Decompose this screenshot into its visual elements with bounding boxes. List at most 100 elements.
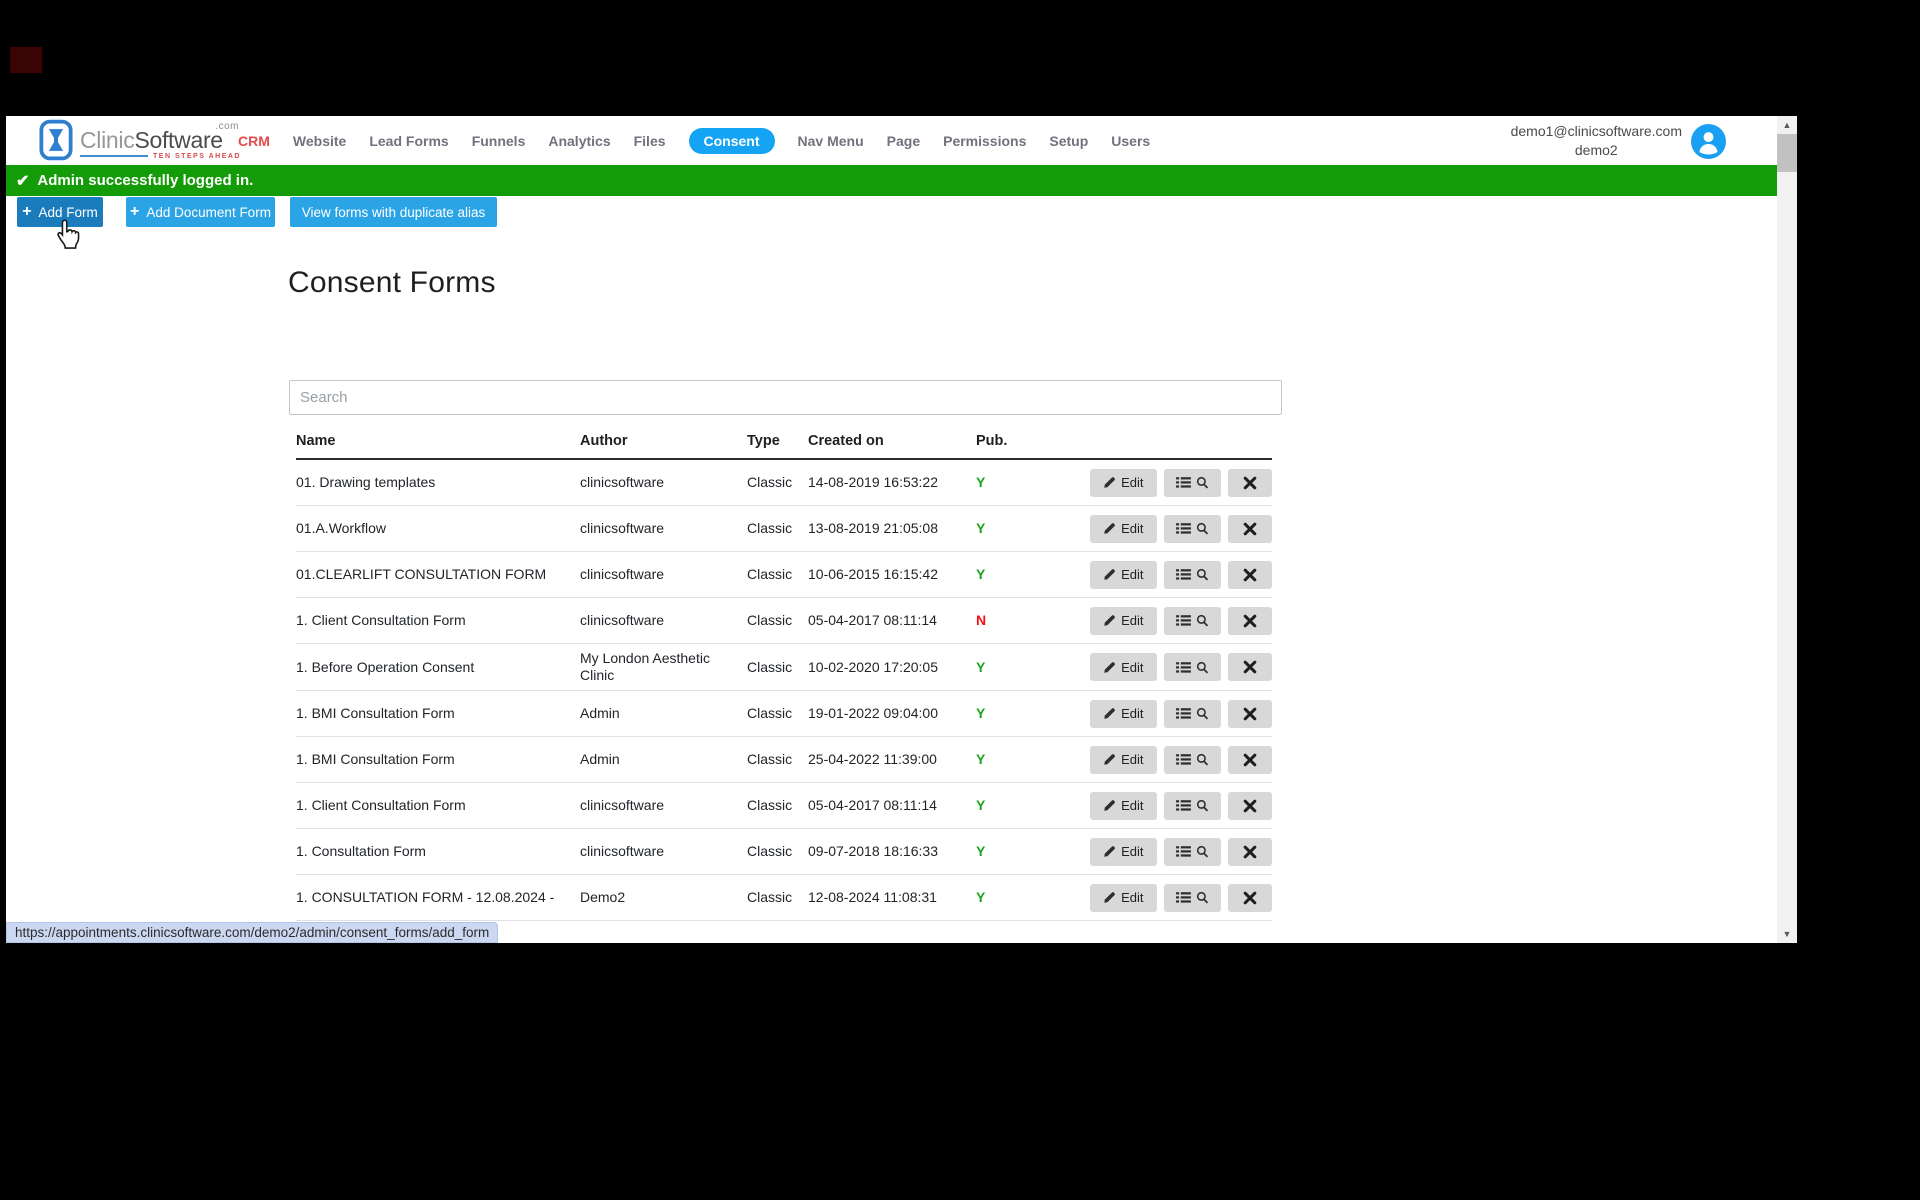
row-actions: Edit bbox=[1090, 700, 1272, 728]
row-actions: Edit bbox=[1090, 792, 1272, 820]
edit-button[interactable]: Edit bbox=[1090, 792, 1157, 820]
nav-item-consent[interactable]: Consent bbox=[689, 128, 775, 154]
pencil-icon bbox=[1103, 614, 1116, 627]
fields-search-button[interactable] bbox=[1164, 561, 1222, 589]
pencil-icon bbox=[1103, 845, 1116, 858]
nav-item-users[interactable]: Users bbox=[1111, 133, 1150, 149]
logo-brand-software: Software bbox=[134, 127, 222, 153]
desktop-background: .com ClinicSoftware TEN STEPS AHEAD CRM W… bbox=[0, 0, 1920, 1200]
row-actions: Edit bbox=[1090, 746, 1272, 774]
edit-button[interactable]: Edit bbox=[1090, 884, 1157, 912]
magnifier-icon bbox=[1196, 522, 1209, 535]
list-icon bbox=[1176, 661, 1191, 674]
cell-created-on: 19-01-2022 09:04:00 bbox=[808, 705, 976, 722]
main-nav: CRM Website Lead Forms Funnels Analytics File… bbox=[238, 116, 1150, 165]
fields-search-button[interactable] bbox=[1164, 792, 1222, 820]
list-icon bbox=[1176, 476, 1191, 489]
delete-button[interactable] bbox=[1228, 746, 1272, 774]
pencil-icon bbox=[1103, 891, 1116, 904]
nav-item-crm[interactable]: CRM bbox=[238, 133, 270, 149]
cell-type: Classic bbox=[747, 474, 808, 491]
fields-search-button[interactable] bbox=[1164, 653, 1222, 681]
cell-type: Classic bbox=[747, 520, 808, 537]
edit-button[interactable]: Edit bbox=[1090, 838, 1157, 866]
search-input[interactable] bbox=[289, 380, 1282, 415]
cell-created-on: 10-06-2015 16:15:42 bbox=[808, 566, 976, 583]
fields-search-button[interactable] bbox=[1164, 700, 1222, 728]
list-icon bbox=[1176, 845, 1191, 858]
delete-button[interactable] bbox=[1228, 700, 1272, 728]
scrollbar-thumb[interactable] bbox=[1777, 134, 1797, 172]
nav-item-permissions[interactable]: Permissions bbox=[943, 133, 1026, 149]
edit-button[interactable]: Edit bbox=[1090, 653, 1157, 681]
delete-button[interactable] bbox=[1228, 792, 1272, 820]
vertical-scrollbar[interactable]: ▲ ▼ bbox=[1777, 116, 1797, 943]
cell-created-on: 05-04-2017 08:11:14 bbox=[808, 612, 976, 629]
cell-author: My London Aesthetic Clinic bbox=[580, 650, 747, 684]
nav-item-funnels[interactable]: Funnels bbox=[472, 133, 526, 149]
edit-button[interactable]: Edit bbox=[1090, 515, 1157, 543]
cell-created-on: 05-04-2017 08:11:14 bbox=[808, 797, 976, 814]
add-document-form-button[interactable]: + Add Document Form bbox=[126, 197, 275, 227]
cell-type: Classic bbox=[747, 797, 808, 814]
fields-search-button[interactable] bbox=[1164, 607, 1222, 635]
fields-search-button[interactable] bbox=[1164, 515, 1222, 543]
edit-button[interactable]: Edit bbox=[1090, 607, 1157, 635]
nav-item-page[interactable]: Page bbox=[887, 133, 920, 149]
fields-search-button[interactable] bbox=[1164, 746, 1222, 774]
nav-item-analytics[interactable]: Analytics bbox=[548, 133, 610, 149]
delete-button[interactable] bbox=[1228, 838, 1272, 866]
logo-brand-clinic: Clinic bbox=[80, 127, 134, 153]
table-row: 1. Before Operation Consent My London Ae… bbox=[296, 644, 1272, 691]
row-actions: Edit bbox=[1090, 884, 1272, 912]
close-icon bbox=[1243, 614, 1257, 628]
fields-search-button[interactable] bbox=[1164, 838, 1222, 866]
pencil-icon bbox=[1103, 476, 1116, 489]
scroll-down-arrow-icon[interactable]: ▼ bbox=[1777, 925, 1797, 943]
page-title: Consent Forms bbox=[288, 266, 496, 300]
magnifier-icon bbox=[1196, 753, 1209, 766]
magnifier-icon bbox=[1196, 891, 1209, 904]
nav-item-nav-menu[interactable]: Nav Menu bbox=[798, 133, 864, 149]
table-row: 1. Client Consultation Form clinicsoftwa… bbox=[296, 598, 1272, 644]
edit-button[interactable]: Edit bbox=[1090, 746, 1157, 774]
delete-button[interactable] bbox=[1228, 607, 1272, 635]
close-icon bbox=[1243, 891, 1257, 905]
nav-item-lead-forms[interactable]: Lead Forms bbox=[369, 133, 448, 149]
close-icon bbox=[1243, 660, 1257, 674]
edit-button[interactable]: Edit bbox=[1090, 700, 1157, 728]
nav-item-files[interactable]: Files bbox=[634, 133, 666, 149]
cell-type: Classic bbox=[747, 889, 808, 906]
account-widget[interactable]: demo1@clinicsoftware.com demo2 bbox=[1511, 122, 1726, 160]
delete-button[interactable] bbox=[1228, 653, 1272, 681]
magnifier-icon bbox=[1196, 707, 1209, 720]
hourglass-logo-icon bbox=[39, 119, 73, 161]
edit-button[interactable]: Edit bbox=[1090, 561, 1157, 589]
row-actions: Edit bbox=[1090, 561, 1272, 589]
cell-name: 01.A.Workflow bbox=[296, 520, 580, 537]
table-header-row: Name Author Type Created on Pub. bbox=[296, 433, 1272, 460]
delete-button[interactable] bbox=[1228, 561, 1272, 589]
delete-button[interactable] bbox=[1228, 469, 1272, 497]
user-avatar-icon[interactable] bbox=[1691, 124, 1726, 159]
fields-search-button[interactable] bbox=[1164, 884, 1222, 912]
pencil-icon bbox=[1103, 707, 1116, 720]
view-duplicate-alias-button[interactable]: View forms with duplicate alias bbox=[290, 197, 497, 227]
delete-button[interactable] bbox=[1228, 884, 1272, 912]
magnifier-icon bbox=[1196, 799, 1209, 812]
list-icon bbox=[1176, 707, 1191, 720]
scroll-up-arrow-icon[interactable]: ▲ bbox=[1777, 116, 1797, 134]
row-actions: Edit bbox=[1090, 469, 1272, 497]
plus-icon: + bbox=[130, 204, 139, 220]
pencil-icon bbox=[1103, 799, 1116, 812]
fields-search-button[interactable] bbox=[1164, 469, 1222, 497]
cell-created-on: 09-07-2018 18:16:33 bbox=[808, 843, 976, 860]
nav-item-website[interactable]: Website bbox=[293, 133, 346, 149]
cell-type: Classic bbox=[747, 843, 808, 860]
delete-button[interactable] bbox=[1228, 515, 1272, 543]
clinicsoftware-logo[interactable]: .com ClinicSoftware TEN STEPS AHEAD bbox=[39, 119, 241, 161]
cell-type: Classic bbox=[747, 566, 808, 583]
nav-item-setup[interactable]: Setup bbox=[1049, 133, 1088, 149]
edit-button[interactable]: Edit bbox=[1090, 469, 1157, 497]
plus-icon: + bbox=[22, 204, 31, 220]
